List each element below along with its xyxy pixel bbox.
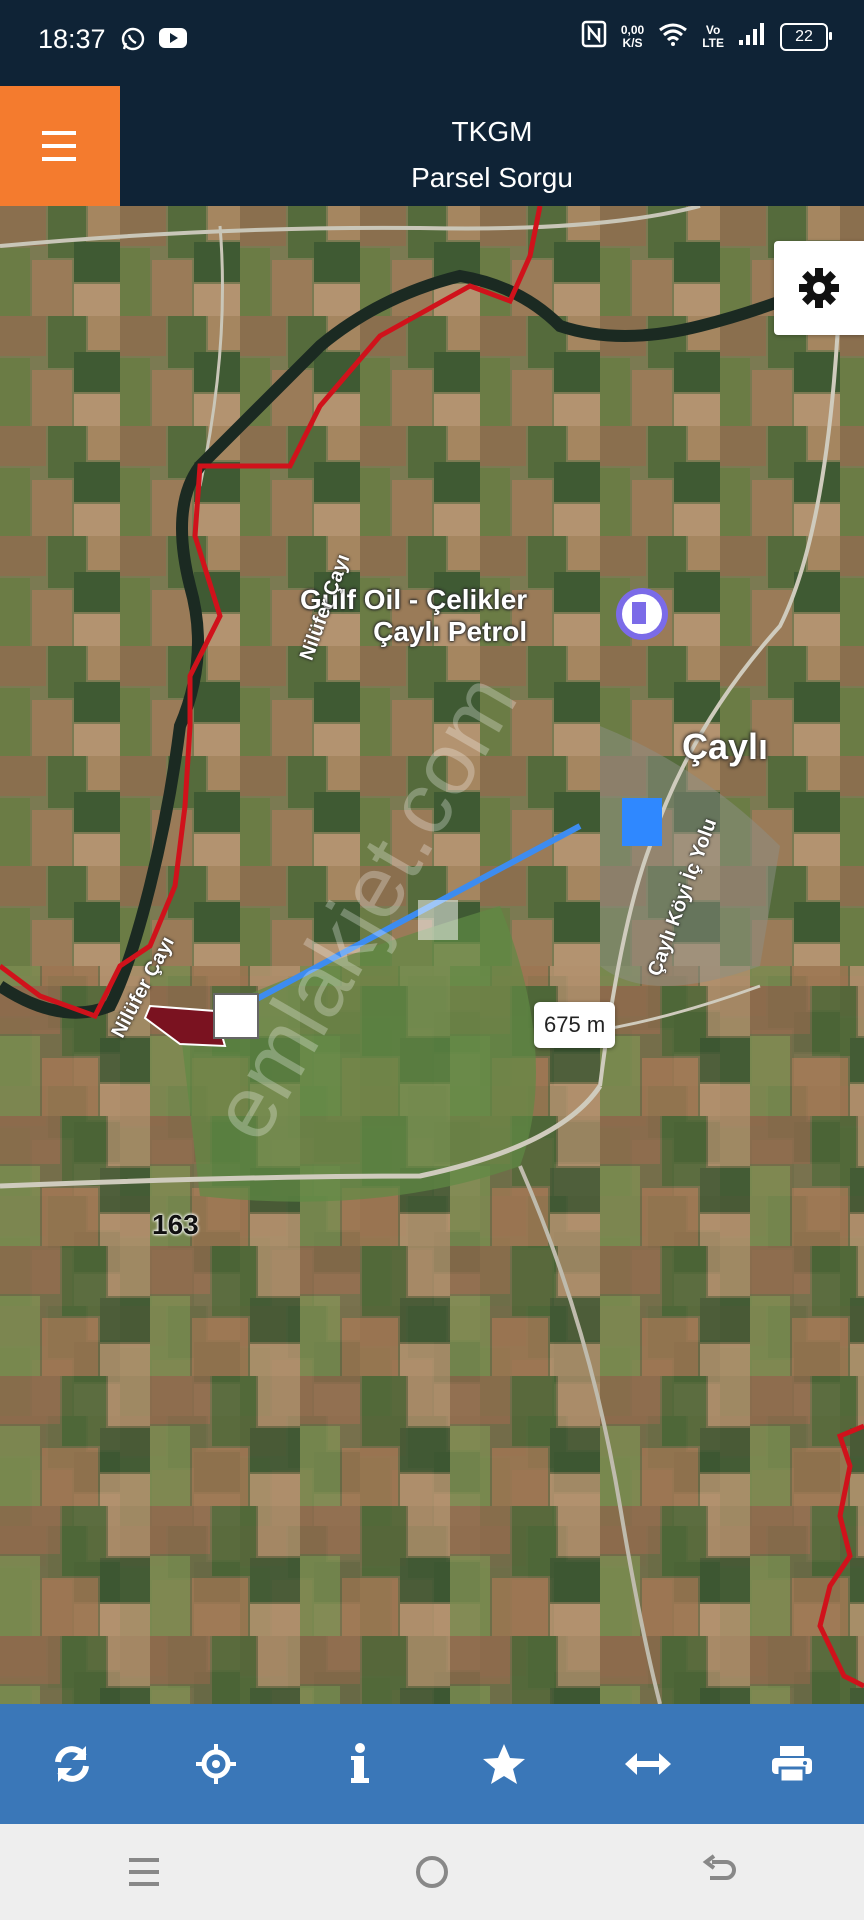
network-speed: 0,00 K/S <box>620 22 645 50</box>
settings-button[interactable] <box>774 241 864 335</box>
app-subtitle-text: Parsel Sorgu <box>411 162 573 193</box>
menu-button[interactable] <box>0 86 120 206</box>
back-button[interactable] <box>660 1832 780 1912</box>
battery-indicator: 22 <box>780 22 832 51</box>
star-icon <box>483 1744 525 1784</box>
measure-button[interactable] <box>603 1719 693 1809</box>
info-button[interactable] <box>315 1719 405 1809</box>
youtube-icon <box>158 26 188 55</box>
home-icon <box>416 1856 448 1888</box>
nfc-icon <box>581 20 607 53</box>
recents-icon <box>129 1858 159 1886</box>
whatsapp-icon <box>120 26 146 57</box>
status-time: 18:37 <box>38 24 106 54</box>
hamburger-icon <box>42 131 76 161</box>
back-icon <box>702 1854 736 1880</box>
status-bar: 18:37 0,00 K/S Vo LTE 22 <box>0 0 864 86</box>
refresh-icon <box>55 1746 89 1782</box>
signal-icon <box>738 22 766 51</box>
wifi-icon <box>658 22 688 51</box>
home-button[interactable] <box>372 1832 492 1912</box>
app-bar: TKGM Parsel Sorgu <box>0 86 864 206</box>
refresh-button[interactable] <box>27 1719 117 1809</box>
locate-icon <box>196 1744 236 1784</box>
volte-indicator: Vo LTE <box>702 22 724 50</box>
satellite-map[interactable] <box>0 206 864 1704</box>
recents-button[interactable] <box>84 1832 204 1912</box>
parcel-number[interactable]: 163 <box>152 1209 199 1241</box>
info-icon <box>351 1743 369 1783</box>
app-title: TKGM Parsel Sorgu <box>120 86 864 206</box>
print-icon <box>772 1746 812 1784</box>
locate-button[interactable] <box>171 1719 261 1809</box>
gear-icon <box>799 268 839 308</box>
app-title-text: TKGM <box>451 116 533 147</box>
system-nav-bar <box>0 1824 864 1920</box>
favorite-button[interactable] <box>459 1719 549 1809</box>
map-view[interactable]: emlakjet.com Gulf Oil - Çelikler Çaylı P… <box>0 206 864 1704</box>
bottom-toolbar <box>0 1704 864 1824</box>
place-label: Çaylı <box>682 726 769 767</box>
measure-icon <box>625 1753 671 1775</box>
distance-label: 675 m <box>534 1002 616 1048</box>
print-button[interactable] <box>747 1719 837 1809</box>
